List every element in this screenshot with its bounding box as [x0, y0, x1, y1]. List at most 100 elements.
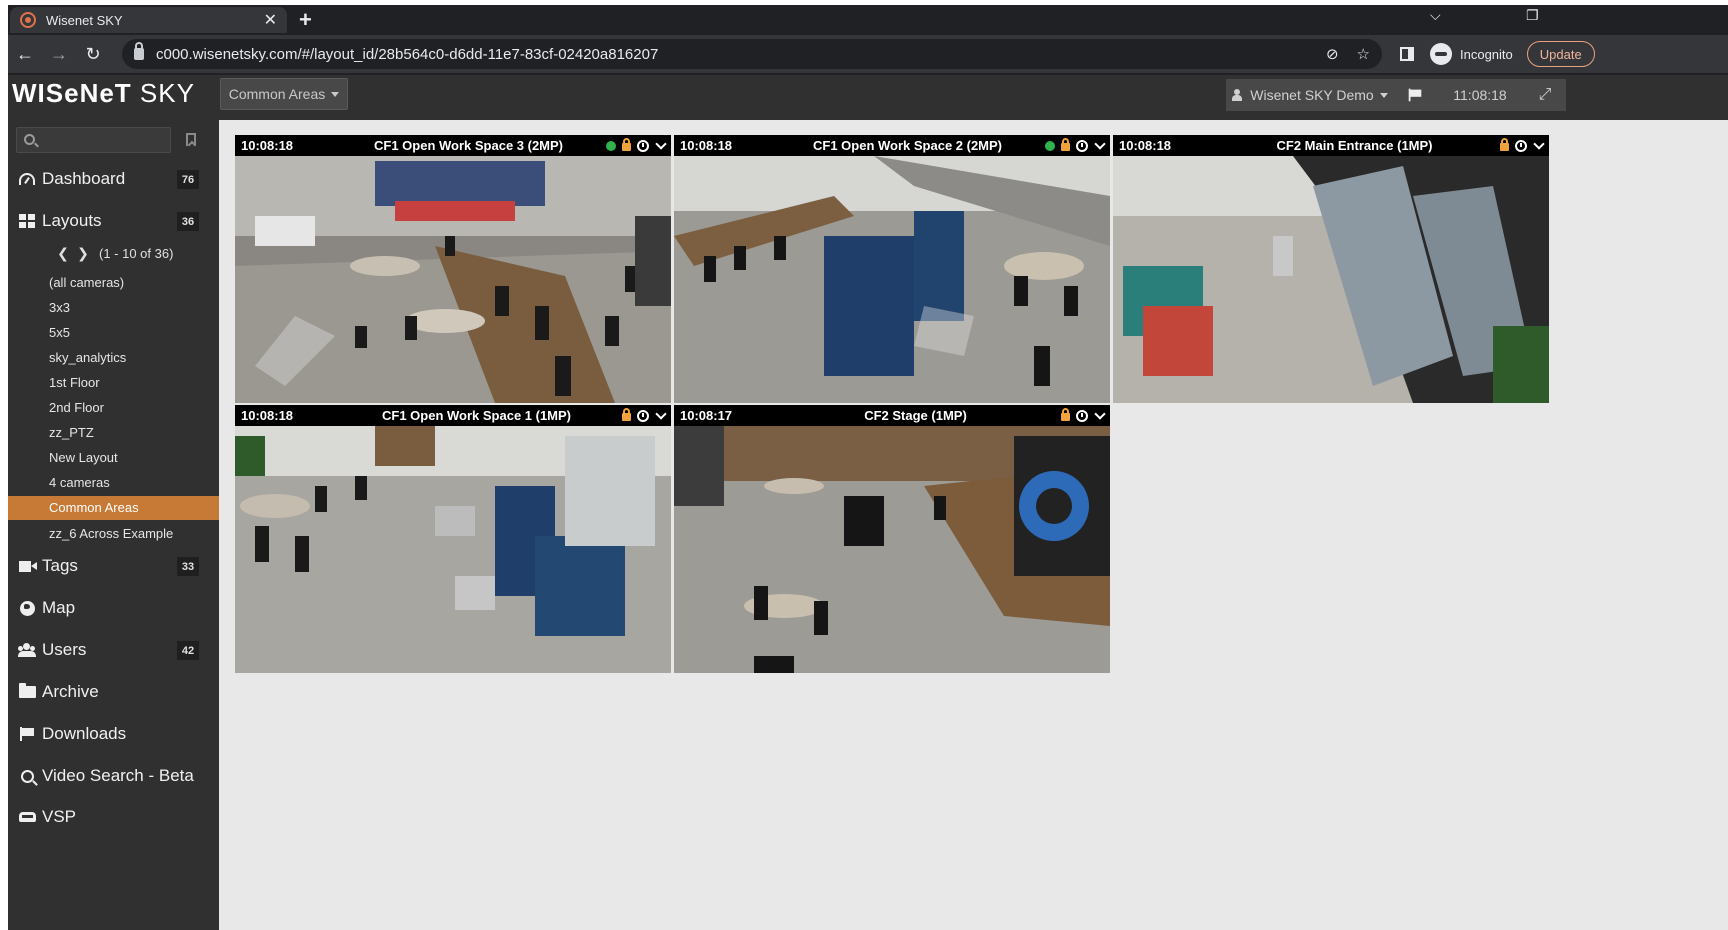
bookmark-icon[interactable]: [186, 133, 196, 146]
camera-tile[interactable]: 10:08:18 CF1 Open Work Space 1 (1MP): [235, 405, 671, 673]
layout-item[interactable]: sky_analytics: [8, 345, 219, 369]
pager-range: (1 - 10 of 36): [99, 245, 174, 261]
camera-tile[interactable]: 10:08:18 CF1 Open Work Space 2 (2MP): [674, 135, 1110, 403]
search-icon: [20, 769, 34, 783]
lock-icon[interactable]: [1061, 138, 1070, 151]
camera-video-feed[interactable]: [235, 156, 671, 403]
sidebar-search[interactable]: [16, 127, 171, 153]
chevron-down-icon[interactable]: [655, 137, 667, 150]
camera-name: CF2 Stage (1MP): [864, 408, 967, 423]
layout-item[interactable]: 5x5: [8, 320, 219, 344]
sidebar-item-vsp[interactable]: VSP: [8, 801, 219, 833]
layout-item[interactable]: New Layout: [8, 446, 219, 470]
camera-video-feed[interactable]: [674, 156, 1110, 403]
sidebar-item-label: Layouts: [42, 211, 102, 230]
layout-item[interactable]: zz_PTZ: [8, 421, 219, 445]
back-arrow-icon[interactable]: ←: [8, 44, 42, 65]
clock-icon[interactable]: [637, 139, 649, 152]
sidebar-item-map[interactable]: Map: [8, 592, 219, 624]
lock-icon[interactable]: [1061, 408, 1070, 421]
camera-tile[interactable]: 10:08:18 CF2 Main Entrance (1MP): [1113, 135, 1549, 403]
car-icon: [18, 812, 36, 822]
camera-tile-header: 10:08:18 CF2 Main Entrance (1MP): [1113, 135, 1549, 156]
clock-icon[interactable]: [637, 409, 649, 422]
lock-icon[interactable]: [622, 408, 631, 421]
users-icon: [18, 643, 36, 657]
camera-video-feed[interactable]: [674, 426, 1110, 673]
window-restore-icon[interactable]: ❐: [1526, 7, 1539, 24]
clock-icon[interactable]: [1076, 409, 1088, 422]
camera-tile-header: 10:08:18 CF1 Open Work Space 1 (1MP): [235, 405, 671, 426]
layout-item[interactable]: Common Areas: [8, 495, 219, 520]
layout-item[interactable]: 1st Floor: [8, 370, 219, 394]
folder-icon: [18, 683, 36, 698]
globe-icon: [19, 600, 35, 616]
camera-timestamp: 10:08:17: [680, 408, 733, 423]
sidebar-item-downloads[interactable]: Downloads: [8, 718, 219, 750]
caret-down-icon: [331, 91, 340, 97]
camera-tile-header: 10:08:18 CF1 Open Work Space 2 (2MP): [674, 135, 1110, 156]
incognito-indicator[interactable]: Incognito: [1430, 43, 1513, 65]
chevron-down-icon[interactable]: [1094, 407, 1106, 420]
next-page-chevron-icon[interactable]: ❯: [73, 245, 93, 262]
sidebar-item-users[interactable]: Users 42: [8, 634, 219, 666]
chevron-down-icon[interactable]: [655, 407, 667, 420]
camera-tile[interactable]: 10:08:18 CF1 Open Work Space 3 (2MP): [235, 135, 671, 403]
wisenet-logo[interactable]: WISeNeT SKY: [12, 78, 195, 109]
tab-title: Wisenet SKY: [46, 12, 123, 28]
search-input[interactable]: [17, 128, 170, 152]
clock-icon[interactable]: [1515, 139, 1527, 152]
chevron-down-icon[interactable]: [1094, 137, 1106, 150]
layout-item[interactable]: zz_6 Across Example: [8, 521, 219, 545]
browser-tab[interactable]: Wisenet SKY ✕: [10, 7, 287, 33]
forward-arrow-icon[interactable]: →: [42, 44, 76, 65]
sidebar-item-dashboard[interactable]: Dashboard 76: [8, 163, 219, 195]
fullscreen-button[interactable]: ⤢: [1524, 79, 1566, 111]
camera-video-feed[interactable]: [235, 426, 671, 673]
caret-down-icon: [1379, 92, 1388, 98]
user-dropdown-label: Wisenet SKY Demo: [1250, 87, 1374, 103]
sidebar-item-archive[interactable]: Archive: [8, 676, 219, 708]
tab-close-icon[interactable]: ✕: [264, 10, 277, 30]
chevron-down-icon[interactable]: [1533, 137, 1545, 150]
bookmark-star-icon[interactable]: ☆: [1357, 45, 1370, 63]
reload-icon[interactable]: ↻: [76, 44, 110, 65]
count-badge: 33: [177, 557, 199, 576]
lock-icon[interactable]: [622, 138, 631, 151]
bookmarks-flag-button[interactable]: [1394, 79, 1436, 111]
layouts-pager: ❮ ❯ (1 - 10 of 36): [53, 244, 173, 262]
camera-tile[interactable]: 10:08:17 CF2 Stage (1MP): [674, 405, 1110, 673]
recording-status-dot-icon: [606, 140, 616, 151]
clock-icon[interactable]: [1076, 139, 1088, 152]
camera-tile-header: 10:08:18 CF1 Open Work Space 3 (2MP): [235, 135, 671, 156]
update-button[interactable]: Update: [1526, 41, 1595, 67]
count-badge: 36: [177, 212, 199, 231]
server-clock: 11:08:18: [1436, 79, 1524, 111]
layout-item[interactable]: (all cameras): [8, 270, 219, 294]
grid-icon: [19, 214, 35, 228]
header-filler: [1568, 75, 1728, 120]
camera-timestamp: 10:08:18: [1119, 138, 1172, 153]
layout-item[interactable]: 4 cameras: [8, 471, 219, 495]
lock-icon[interactable]: [1500, 138, 1509, 151]
camera-name: CF2 Main Entrance (1MP): [1276, 138, 1433, 153]
incognito-avatar-icon: [1430, 43, 1452, 65]
lock-icon[interactable]: [134, 42, 144, 60]
sidebar-item-tags[interactable]: Tags 33: [8, 550, 219, 582]
layout-item[interactable]: 2nd Floor: [8, 396, 219, 420]
new-tab-button[interactable]: +: [299, 7, 312, 33]
tab-search-chevron-icon[interactable]: ⌵: [1430, 7, 1441, 24]
layout-item[interactable]: 3x3: [8, 295, 219, 319]
recording-status-dot-icon: [1045, 140, 1055, 151]
sidebar-item-video-search[interactable]: Video Search - Beta: [8, 760, 219, 792]
url-text[interactable]: c000.wisenetsky.com/#/layout_id/28b564c0…: [156, 46, 1308, 63]
user-dropdown[interactable]: Wisenet SKY Demo: [1226, 79, 1394, 111]
tracking-eye-off-icon[interactable]: ⊘: [1326, 45, 1339, 63]
search-icon: [24, 134, 35, 145]
address-bar[interactable]: c000.wisenetsky.com/#/layout_id/28b564c0…: [122, 39, 1382, 69]
sidebar-item-layouts[interactable]: Layouts 36: [8, 205, 219, 237]
previous-page-chevron-icon[interactable]: ❮: [53, 245, 73, 262]
camera-video-feed[interactable]: [1113, 156, 1549, 403]
layout-dropdown[interactable]: Common Areas: [220, 78, 348, 110]
side-panel-icon[interactable]: [1400, 47, 1414, 61]
